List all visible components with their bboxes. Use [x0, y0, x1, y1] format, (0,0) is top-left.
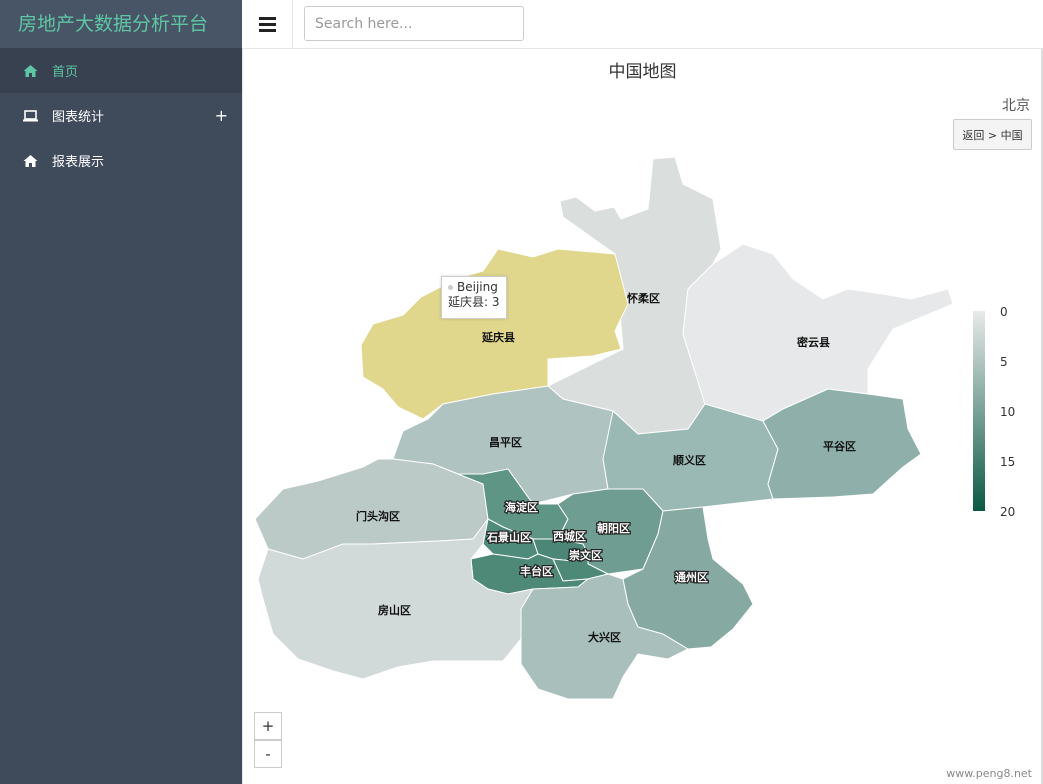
- map-tooltip: Beijing 延庆县: 3: [441, 276, 507, 319]
- label-xicheng: 西城区: [553, 529, 586, 543]
- laptop-icon: [23, 109, 38, 121]
- expand-plus-icon[interactable]: +: [215, 106, 228, 125]
- menu-toggle-icon[interactable]: [242, 0, 293, 49]
- top-bar: [242, 0, 1043, 49]
- label-haidian: 海淀区: [505, 500, 538, 514]
- label-fangshan: 房山区: [378, 603, 411, 617]
- legend-label-20: 20: [1000, 505, 1016, 519]
- sidebar-item-label: 报表展示: [52, 155, 105, 170]
- sidebar-item-label: 图表统计: [52, 110, 105, 125]
- zoom-out-button[interactable]: -: [254, 740, 282, 768]
- zoom-in-button[interactable]: +: [254, 712, 282, 740]
- sidebar-item-charts[interactable]: 图表统计 +: [0, 93, 242, 138]
- tooltip-value: 延庆县: 3: [448, 295, 500, 309]
- label-yanqing: 延庆县: [481, 330, 515, 344]
- search-input[interactable]: [304, 6, 524, 41]
- label-tongzhou: 通州区: [675, 571, 708, 584]
- home-icon: [23, 154, 38, 167]
- legend-label-10: 10: [1000, 405, 1016, 419]
- legend-label-0: 0: [1000, 305, 1008, 319]
- home-icon: [23, 64, 38, 77]
- label-chaoyang: 朝阳区: [597, 521, 630, 535]
- label-chongwen: 崇文区: [569, 548, 602, 562]
- beijing-map: 怀柔区 延庆县 密云县 昌平区 顺义区 平谷区 门头沟区 海淀区 朝阳区 石景山…: [254, 156, 954, 700]
- map-panel: 中国地图 北京 返回 > 中国 怀柔区 延庆县 密云县 昌平区 顺义区 平谷区 …: [242, 49, 1042, 784]
- sidebar-item-label: 首页: [52, 65, 79, 80]
- sidebar: 房地产大数据分析平台 首页 图表统计 + 报表展示: [0, 0, 242, 784]
- label-changping: 昌平区: [489, 436, 522, 449]
- label-huairou: 怀柔区: [627, 291, 660, 305]
- sidebar-item-home[interactable]: 首页: [0, 48, 242, 93]
- label-fengtai: 丰台区: [520, 564, 553, 578]
- series-dot-icon: [448, 285, 453, 290]
- legend-gradient-bar[interactable]: [973, 311, 985, 511]
- legend-label-5: 5: [1000, 355, 1008, 369]
- tooltip-series: Beijing: [457, 280, 498, 294]
- brand-title[interactable]: 房地产大数据分析平台: [0, 0, 242, 48]
- label-shunyi: 顺义区: [673, 453, 706, 467]
- label-mentougou: 门头沟区: [356, 509, 400, 523]
- watermark: www.peng8.net: [946, 767, 1032, 780]
- label-shijingshan: 石景山区: [486, 530, 531, 544]
- sidebar-item-reports[interactable]: 报表展示: [0, 138, 242, 183]
- legend-label-15: 15: [1000, 455, 1016, 469]
- label-miyun: 密云县: [797, 335, 830, 349]
- label-pinggu: 平谷区: [823, 439, 856, 453]
- label-daxing: 大兴区: [588, 630, 621, 644]
